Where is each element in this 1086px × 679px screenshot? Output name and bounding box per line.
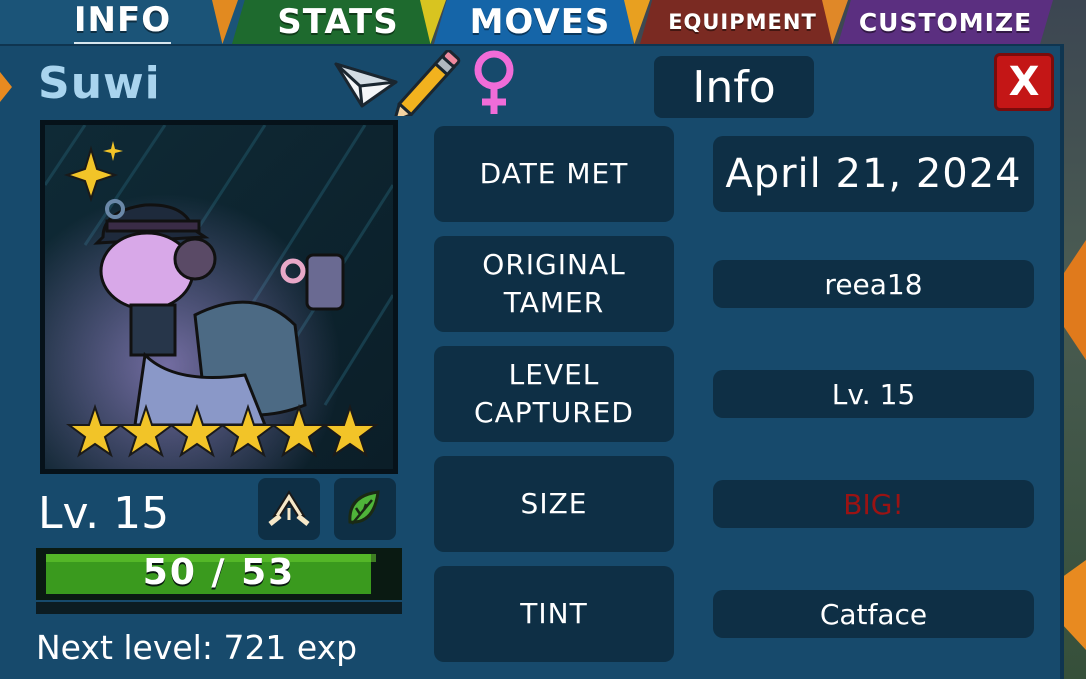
tab-stats[interactable]: STATS (232, 0, 444, 44)
value-date-met: April 21, 2024 (713, 136, 1034, 212)
tab-customize-label: CUSTOMIZE (858, 7, 1033, 37)
value-tint: Catface (713, 590, 1034, 638)
type-badge[interactable] (258, 478, 320, 540)
tab-customize[interactable]: CUSTOMIZE (838, 0, 1053, 44)
close-button[interactable]: X (994, 53, 1054, 111)
type-badge[interactable] (334, 478, 396, 540)
tab-bar: INFO STATS MOVES EQUIPMENT CUSTOMIZE (0, 0, 1086, 44)
label-original-tamer: ORIGINAL TAMER (434, 236, 674, 332)
female-symbol-icon (474, 50, 514, 114)
creature-image (45, 125, 393, 469)
tab-equipment-label: EQUIPMENT (668, 10, 817, 34)
creature-level: Lv. 15 (38, 488, 170, 539)
tab-info[interactable]: INFO (0, 0, 245, 44)
hp-value: 50 / 53 (142, 552, 296, 593)
value-original-tamer: reea18 (713, 260, 1034, 308)
value-size: BIG! (713, 480, 1034, 528)
tab-info-label: INFO (73, 0, 172, 44)
label-level-captured: LEVEL CAPTURED (434, 346, 674, 442)
tab-moves[interactable]: MOVES (434, 0, 646, 44)
creature-name: Suwi (38, 58, 161, 109)
creature-portrait (40, 120, 398, 474)
pencil-icon[interactable] (389, 50, 461, 116)
tab-stats-label: STATS (277, 2, 399, 42)
leaf-type-icon (348, 490, 380, 525)
paper-plane-icon[interactable] (334, 62, 398, 108)
value-level-captured: Lv. 15 (713, 370, 1034, 418)
label-size: SIZE (434, 456, 674, 552)
next-level-exp: Next level: 721 exp (36, 628, 358, 667)
hp-bar: 50 / 53 (36, 548, 402, 614)
header-icons (334, 50, 514, 116)
tab-equipment[interactable]: EQUIPMENT (640, 0, 845, 44)
light-type-icon (268, 490, 310, 526)
label-tint: TINT (434, 566, 674, 662)
label-date-met: DATE MET (434, 126, 674, 222)
tab-moves-label: MOVES (469, 2, 611, 42)
page-title: Info (654, 56, 814, 118)
